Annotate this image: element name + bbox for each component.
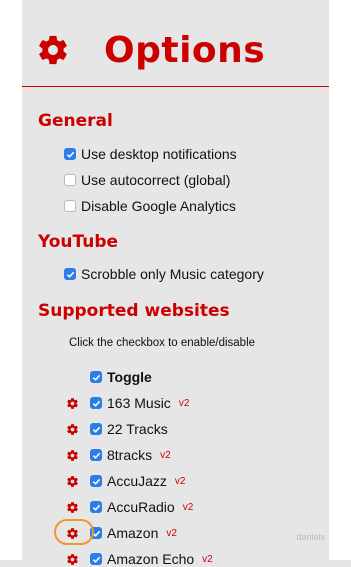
option-desktop-notifications[interactable]: Use desktop notifications [64, 146, 237, 162]
checkbox-unchecked[interactable] [64, 200, 76, 212]
site-checkbox[interactable] [90, 449, 102, 461]
checkmark-icon [92, 556, 100, 563]
section-title-youtube: YouTube [38, 232, 119, 252]
option-label: Use desktop notifications [81, 146, 237, 162]
site-row-accujazz: AccuJazz v2 [66, 473, 185, 489]
checkmark-icon [92, 452, 100, 459]
site-checkbox[interactable] [90, 553, 102, 565]
site-row-22-tracks: 22 Tracks [66, 421, 176, 437]
version-badge: v2 [182, 501, 194, 513]
site-name: AccuRadio [107, 499, 175, 515]
site-row-amazon-echo: Amazon Echo v2 [66, 551, 213, 567]
option-scrobble-music-only[interactable]: Scrobble only Music category [64, 266, 264, 282]
version-badge: v2 [174, 475, 186, 487]
version-badge: v2 [166, 527, 177, 539]
checkmark-icon [66, 151, 74, 158]
checkbox-checked[interactable] [64, 148, 76, 160]
version-badge: v2 [160, 449, 171, 461]
left-margin [0, 0, 22, 560]
site-name: Amazon Echo [107, 551, 195, 567]
gear-icon[interactable] [66, 475, 79, 488]
option-label: Use autocorrect (global) [81, 172, 231, 188]
highlight-ring [54, 519, 94, 545]
checkmark-icon [92, 504, 100, 511]
toggle-all-row[interactable]: Toggle [66, 369, 152, 385]
site-row-8tracks: 8tracks v2 [66, 447, 171, 463]
page-title: Options [104, 29, 266, 71]
header-divider [22, 86, 329, 87]
instruction-text: Click the checkbox to enable/disable [69, 337, 256, 349]
gear-icon[interactable] [66, 501, 79, 514]
toggle-all-checkbox[interactable] [90, 371, 102, 383]
site-checkbox[interactable] [90, 397, 102, 409]
section-title-general: General [38, 111, 113, 131]
site-name: Amazon [107, 525, 159, 541]
checkbox-unchecked[interactable] [64, 174, 76, 186]
option-autocorrect[interactable]: Use autocorrect (global) [64, 172, 230, 188]
section-title-supported-websites: Supported websites [38, 301, 230, 321]
checkmark-icon [92, 478, 100, 485]
gear-icon [39, 35, 67, 65]
watermark: danielx [296, 532, 325, 542]
gear-icon[interactable] [66, 553, 79, 566]
site-checkbox[interactable] [90, 423, 102, 435]
site-row-163-music: 163 Music v2 [66, 395, 189, 411]
version-badge: v2 [202, 553, 213, 565]
site-name: 163 Music [107, 395, 171, 411]
site-name: 8tracks [107, 447, 153, 463]
gear-icon[interactable] [66, 397, 79, 410]
checkmark-icon [92, 426, 100, 433]
gear-icon[interactable] [66, 423, 79, 436]
right-margin [329, 0, 351, 560]
toggle-label: Toggle [107, 369, 152, 385]
checkbox-checked[interactable] [64, 268, 76, 280]
version-badge: v2 [178, 397, 190, 409]
site-row-accuradio: AccuRadio v2 [66, 499, 193, 515]
site-name: AccuJazz [107, 473, 167, 489]
page-header: Options [36, 24, 265, 76]
option-disable-analytics[interactable]: Disable Google Analytics [64, 198, 236, 214]
checkmark-icon [66, 271, 74, 278]
option-label: Disable Google Analytics [81, 198, 236, 214]
checkmark-icon [92, 374, 100, 381]
site-name: 22 Tracks [107, 421, 168, 437]
option-label: Scrobble only Music category [81, 266, 264, 282]
site-checkbox[interactable] [90, 475, 102, 487]
site-checkbox[interactable] [90, 501, 102, 513]
options-page: Options General Use desktop notification… [22, 0, 329, 567]
gear-icon[interactable] [66, 449, 79, 462]
checkmark-icon [92, 400, 100, 407]
